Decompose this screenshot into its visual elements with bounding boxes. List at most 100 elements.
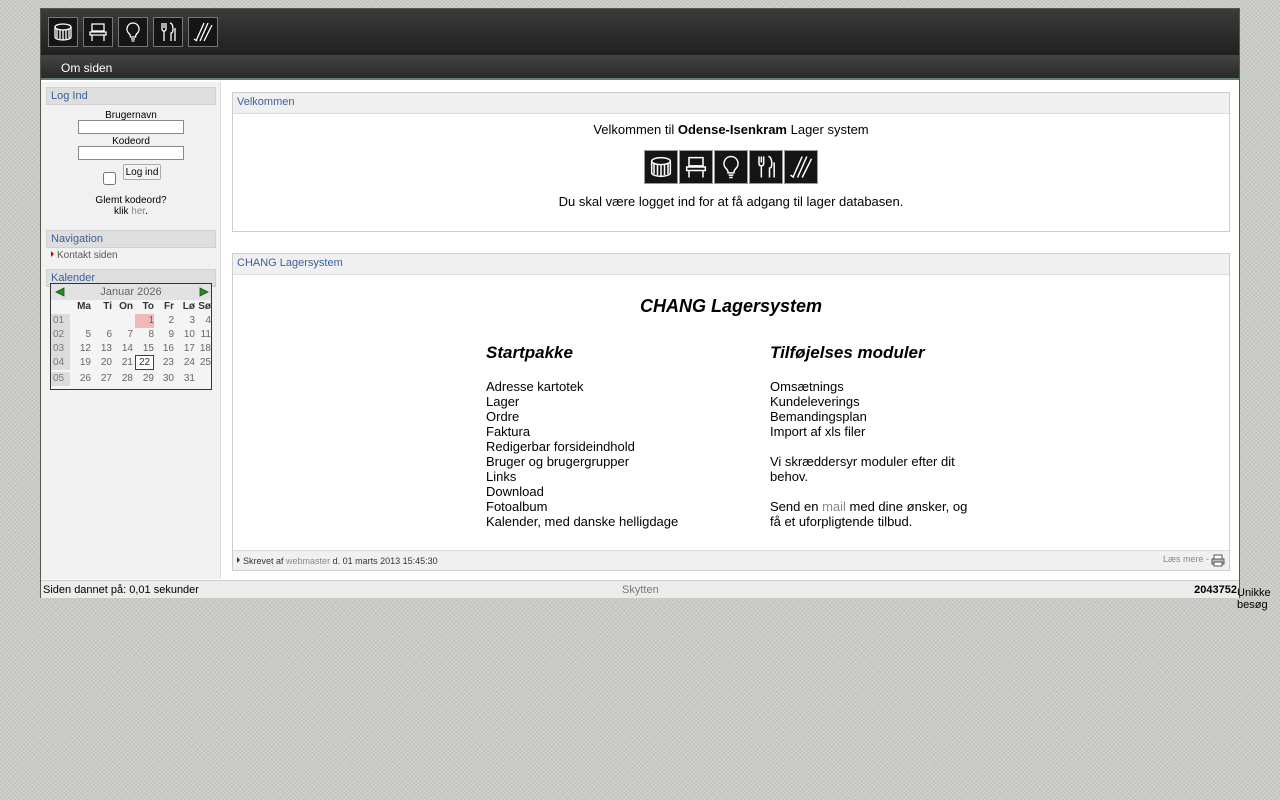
calendar-day[interactable]: 7 [114, 328, 133, 342]
startpakke-title: Startpakke [486, 343, 573, 362]
generated-time: Siden dannet på: 0,01 sekunder [43, 584, 199, 596]
calendar-day[interactable]: 21 [114, 356, 133, 370]
calendar-day[interactable]: 30 [155, 372, 174, 386]
feature-list-item: Kalender, med danske helligdage [486, 514, 679, 529]
calendar-day[interactable]: 11 [197, 328, 211, 342]
chang-card-title: CHANG Lagersystem [233, 254, 1229, 275]
calendar-day[interactable]: 17 [176, 342, 195, 356]
forgot-password-line: klik her. [41, 206, 221, 217]
custom-line-2: behov. [770, 469, 809, 484]
calendar-header: Januar 2026 [51, 284, 211, 300]
calendar-empty-cell [114, 314, 133, 328]
calendar-empty-cell [93, 314, 112, 328]
week-number: 04 [51, 356, 70, 370]
feature-list-item: Bruger og brugergrupper [486, 454, 630, 469]
calendar-day[interactable]: 29 [135, 372, 154, 386]
week-number: 03 [51, 342, 70, 356]
nav-om-siden[interactable]: Om siden [61, 61, 112, 75]
calendar-day[interactable]: 28 [114, 372, 133, 386]
chair-icon [679, 150, 713, 184]
calendar-day[interactable]: 18 [197, 342, 211, 356]
weekday-header: On [119, 301, 133, 312]
tools-icon[interactable] [188, 17, 218, 47]
nav-item-kontakt[interactable]: Kontakt siden [51, 250, 118, 261]
send-suffix: med dine ønsker, og [849, 499, 968, 514]
calendar-day[interactable]: 23 [155, 356, 174, 370]
mail-link[interactable]: mail [822, 499, 846, 514]
calendar-day[interactable]: 5 [72, 328, 91, 342]
dinnerware-icon [749, 150, 783, 184]
visits-count: 2043752 [1194, 584, 1237, 596]
calendar-day[interactable]: 26 [72, 372, 91, 386]
drum-icon[interactable] [48, 17, 78, 47]
calendar-day[interactable]: 14 [114, 342, 133, 356]
feature-list-item: Omsætnings [770, 379, 844, 394]
chang-heading: CHANG Lagersystem [639, 296, 823, 316]
remember-checkbox[interactable] [103, 172, 116, 185]
arrow-right-icon [51, 251, 54, 257]
author-link[interactable]: webmaster [286, 556, 330, 566]
weekday-header: Sø [198, 301, 211, 312]
calendar-day[interactable]: 9 [155, 328, 174, 342]
next-month-icon[interactable] [198, 286, 210, 298]
calendar-day[interactable]: 13 [93, 342, 112, 356]
calendar-day[interactable]: 16 [155, 342, 174, 356]
calendar-empty-cell [72, 314, 91, 328]
custom-line-1: Vi skræddersyr moduler efter dit [770, 454, 955, 469]
week-number: 05 [51, 372, 70, 386]
calendar-day[interactable]: 4 [197, 314, 211, 328]
drum-icon [644, 150, 678, 184]
calendar-day[interactable]: 10 [176, 328, 195, 342]
print-icon[interactable] [1211, 554, 1225, 567]
send-prefix: Send en [770, 499, 819, 514]
login-button[interactable]: Log ind [123, 164, 161, 180]
feature-list-item: Faktura [486, 424, 531, 439]
username-input[interactable] [78, 120, 184, 134]
calendar-day[interactable]: 31 [176, 372, 195, 386]
calendar-day[interactable]: 24 [176, 356, 195, 370]
calendar-day[interactable]: 6 [93, 328, 112, 342]
read-more-separator: - [1206, 554, 1209, 564]
password-input[interactable] [78, 146, 184, 160]
visits-label: Unikke besøg [1237, 587, 1271, 611]
calendar-day[interactable]: 1 [135, 314, 154, 328]
feature-list-item: Import af xls filer [770, 424, 866, 439]
calendar-day[interactable]: 25 [197, 356, 211, 370]
calendar-day[interactable]: 20 [93, 356, 112, 370]
welcome-icon-row [644, 150, 819, 184]
tools-icon [784, 150, 818, 184]
welcome-card-title: Velkommen [233, 93, 1229, 114]
calendar-day[interactable]: 19 [72, 356, 91, 370]
weekday-header: Lø [182, 301, 195, 312]
send-mail-text: Send en mail med dine ønsker, og få et u… [770, 499, 1030, 529]
moduler-list: Omsætnings Kundeleverings Bemandingsplan Im… [770, 379, 1030, 439]
week-number: 01 [51, 314, 70, 328]
weekday-header: Ti [103, 301, 112, 312]
calendar-day[interactable]: 22 [135, 355, 154, 370]
header-icon-row [48, 17, 218, 47]
feature-list-item: Redigerbar forsideindhold [486, 439, 635, 454]
feature-list-item: Fotoalbum [486, 499, 548, 514]
calendar-day[interactable]: 2 [155, 314, 174, 328]
feature-list-item: Lager [486, 394, 520, 409]
period-text: . [145, 206, 148, 217]
calendar-day[interactable]: 12 [72, 342, 91, 356]
dinnerware-icon[interactable] [153, 17, 183, 47]
read-more-link[interactable]: Læs mere [1163, 554, 1204, 564]
calendar-day[interactable]: 15 [135, 342, 154, 356]
calendar-day[interactable]: 27 [93, 372, 112, 386]
feature-list-item: Kundeleverings [770, 394, 860, 409]
lightbulb-icon[interactable] [118, 17, 148, 47]
calendar-day[interactable]: 8 [135, 328, 154, 342]
feature-list-item: Adresse kartotek [486, 379, 584, 394]
footer-center-text: Skytten [622, 584, 659, 596]
lightbulb-icon [714, 150, 748, 184]
header-bar [41, 9, 1239, 55]
forgot-password-link[interactable]: her [131, 206, 145, 217]
feature-list-item: Ordre [486, 409, 520, 424]
chair-icon[interactable] [83, 17, 113, 47]
calendar-empty-cell [197, 372, 211, 386]
calendar-widget: Januar 2026 Ma Ti On To Fr Lø Sø 01 1 2 3 4 02 5 6 7 8 9 1… [50, 283, 212, 390]
login-required-note: Du skal være logget ind for at få adgang… [558, 194, 904, 209]
calendar-day[interactable]: 3 [176, 314, 195, 328]
